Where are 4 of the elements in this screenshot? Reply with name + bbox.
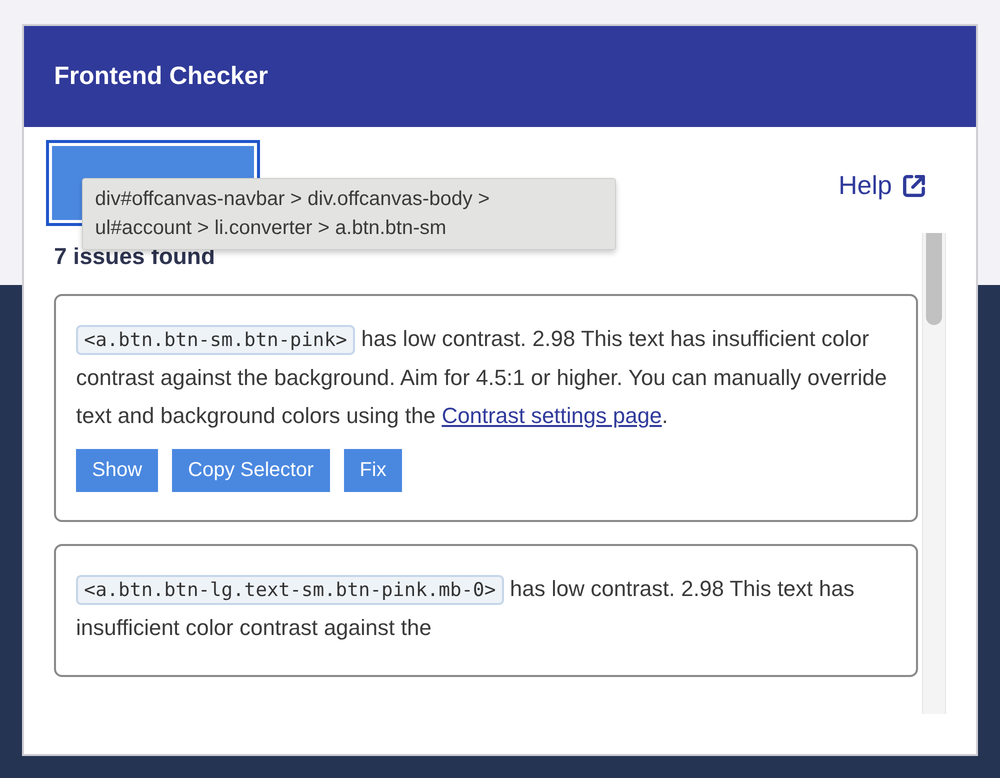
issue-message: <a.btn.btn-lg.text-sm.btn-pink.mb-0> has low contrast. 2.98 This text has insufficient color contrast against the (76, 574, 856, 642)
selector-tooltip: div#offcanvas-navbar > div.offcanvas-body > ul#account > li.converter > a.btn.btn-sm (82, 178, 616, 250)
panel-title: Frontend Checker (54, 62, 268, 91)
issue-message: <a.btn.btn-sm.btn-pink> has low contrast. 2.98 This text has insufficient color contrast against the background. Aim for 4.5:1 or higher. You can manually override text and background colors using the Contrast settings page. (76, 324, 888, 430)
